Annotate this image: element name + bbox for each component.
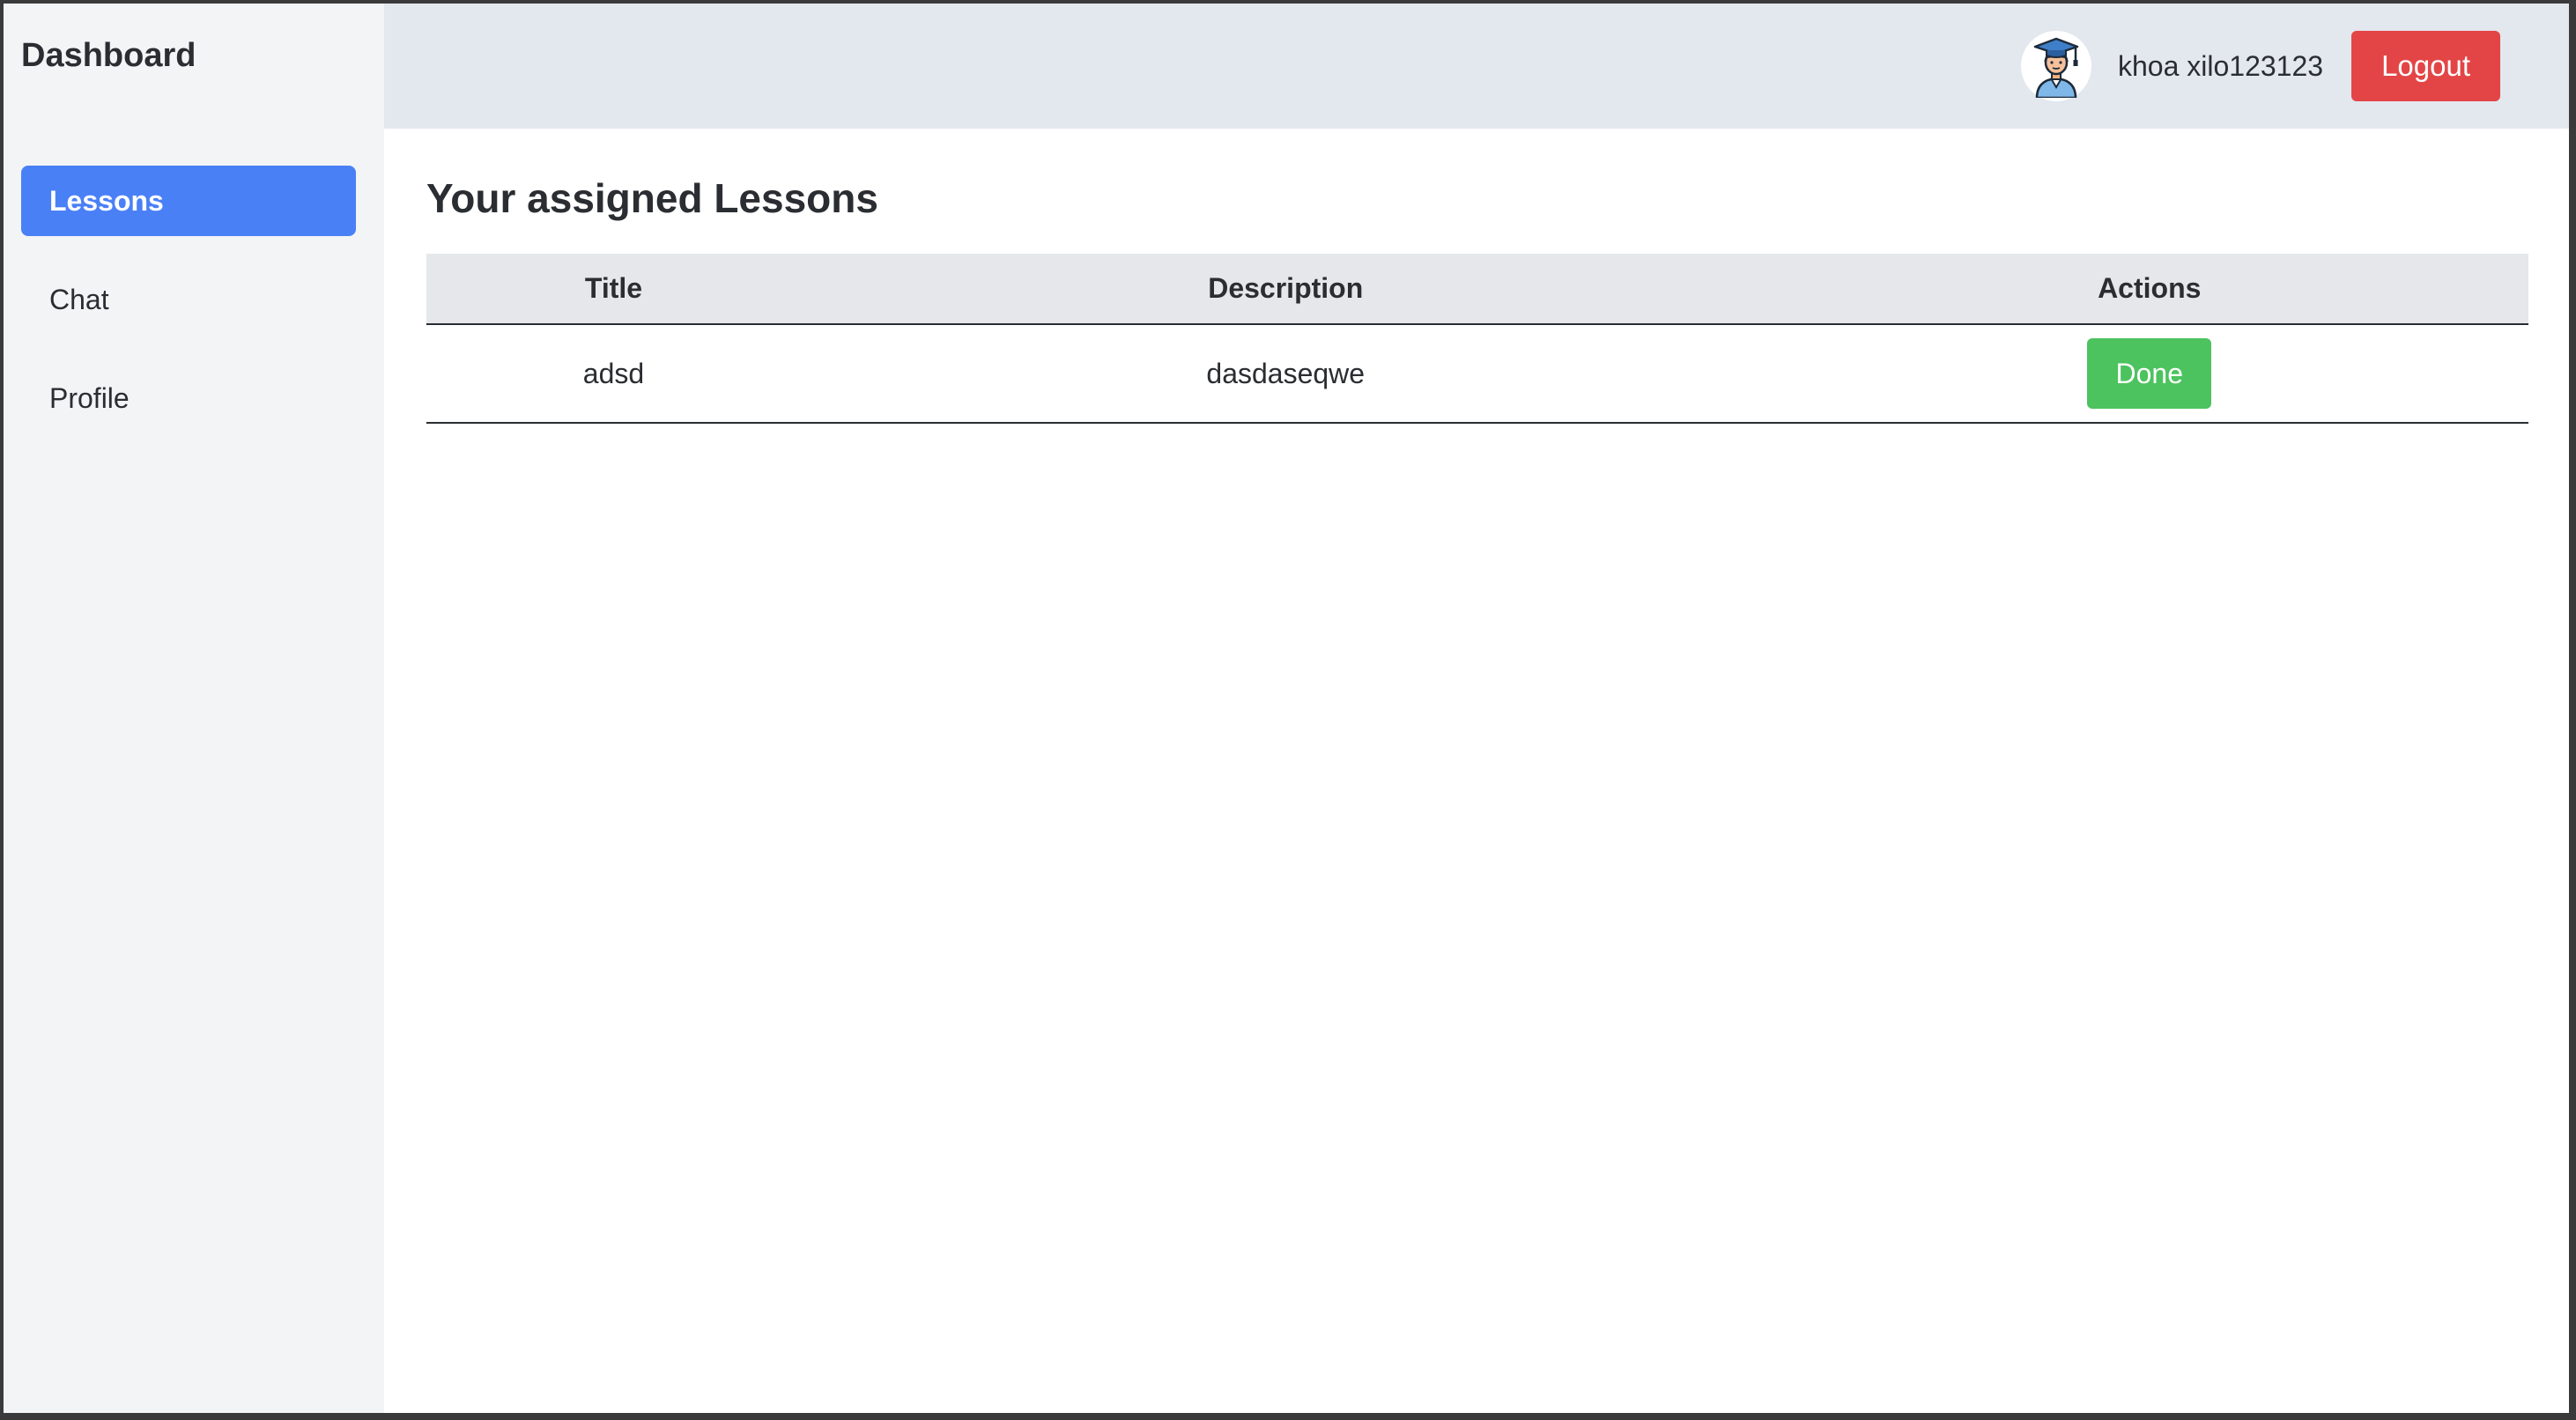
- sidebar-nav: Lessons Chat Profile: [21, 166, 356, 462]
- brand-title: Dashboard: [21, 37, 196, 74]
- table-row: adsd dasdaseqwe Done: [426, 324, 2528, 424]
- lesson-title-cell: adsd: [426, 324, 801, 424]
- content-area: Your assigned Lessons Title Description …: [384, 129, 2569, 424]
- main-area: khoa xilo123123 Logout Your assigned Les…: [384, 4, 2569, 1413]
- lessons-table: Title Description Actions adsd dasdaseqw…: [426, 254, 2528, 424]
- column-header-actions: Actions: [1770, 254, 2528, 325]
- sidebar-item-chat[interactable]: Chat: [21, 264, 356, 335]
- table-header: Title Description Actions: [426, 254, 2528, 325]
- table-header-row: Title Description Actions: [426, 254, 2528, 325]
- lesson-description-cell: dasdaseqwe: [800, 324, 1771, 424]
- app-window: Dashboard Lessons Chat Profile khoa xilo…: [4, 4, 2569, 1413]
- done-button[interactable]: Done: [2087, 338, 2211, 409]
- sidebar-item-profile[interactable]: Profile: [21, 363, 356, 433]
- page-title: Your assigned Lessons: [426, 175, 878, 221]
- top-bar: khoa xilo123123 Logout: [384, 4, 2569, 129]
- username-label: khoa xilo123123: [2117, 49, 2324, 82]
- lesson-actions-cell: Done: [1770, 324, 2528, 424]
- sidebar-item-lessons[interactable]: Lessons: [21, 166, 356, 236]
- column-header-title: Title: [426, 254, 801, 325]
- student-graduate-avatar-icon[interactable]: [2020, 31, 2091, 101]
- column-header-description: Description: [800, 254, 1771, 325]
- table-body: adsd dasdaseqwe Done: [426, 324, 2528, 424]
- logout-button[interactable]: Logout: [2351, 31, 2500, 101]
- sidebar: Dashboard Lessons Chat Profile: [4, 4, 384, 1413]
